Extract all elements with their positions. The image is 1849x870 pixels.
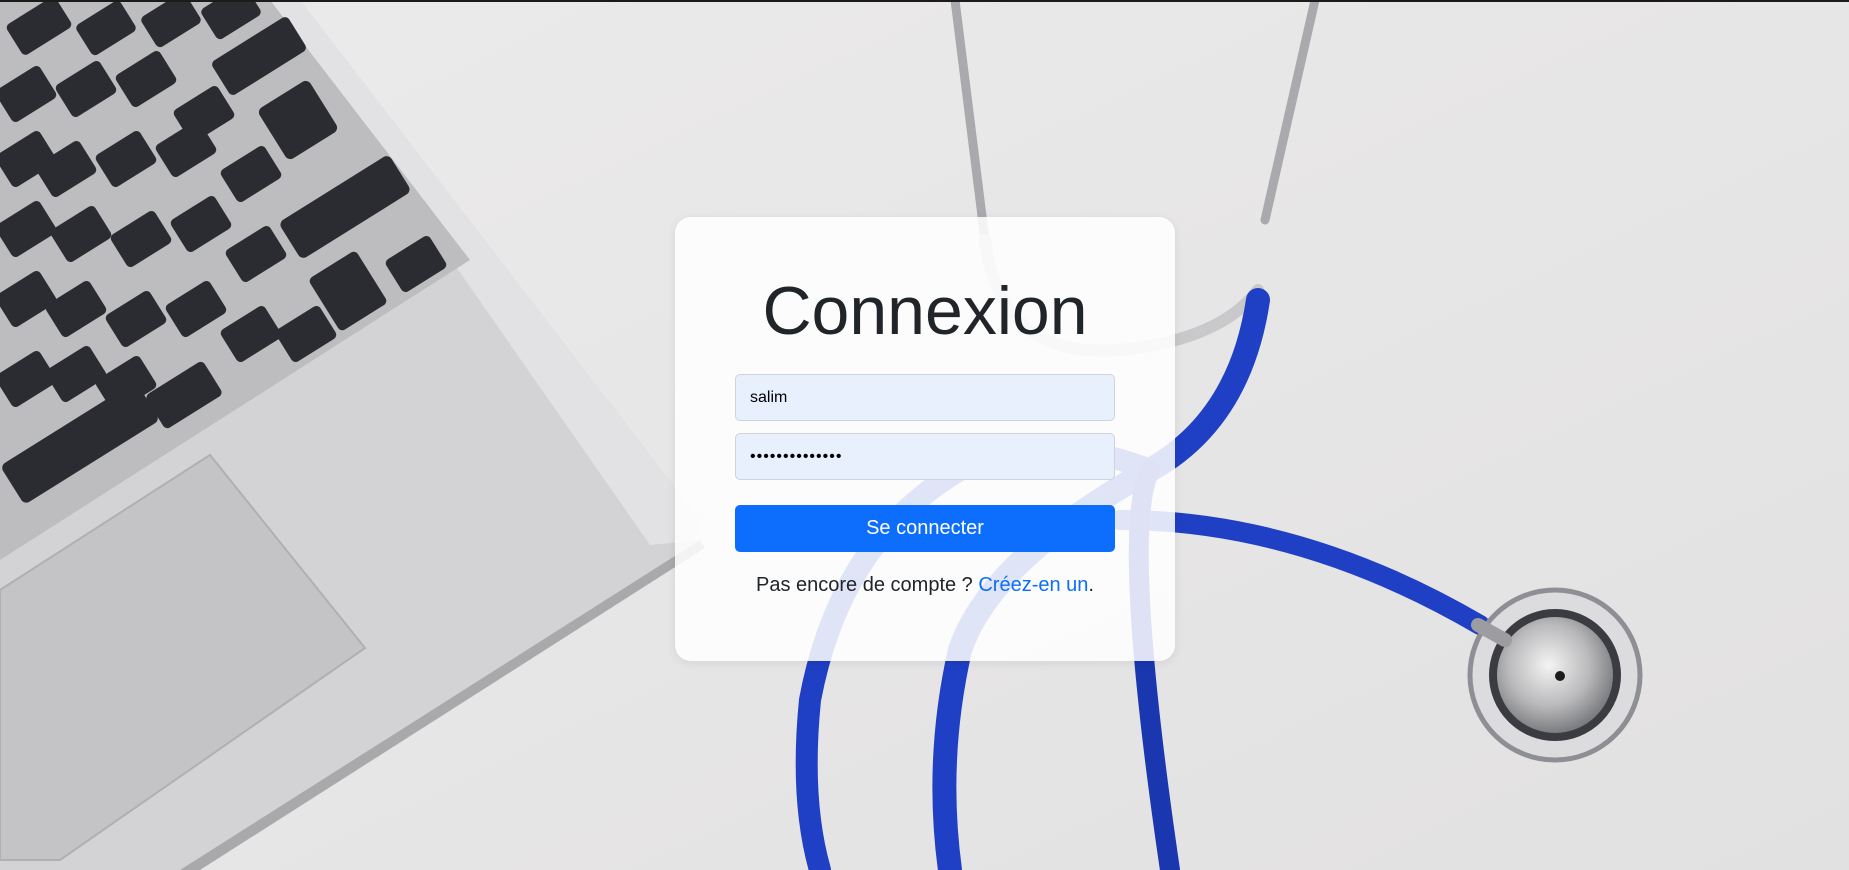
signup-prompt-suffix: . [1088,574,1094,596]
signup-prompt: Pas encore de compte ? Créez-en un. [675,574,1175,597]
signup-link[interactable]: Créez-en un [978,574,1088,596]
signup-prompt-text: Pas encore de compte ? [756,574,979,596]
login-card: Connexion Se connecter Pas encore de com… [675,217,1175,661]
window-top-border [0,0,1849,2]
username-input[interactable] [735,374,1115,421]
login-button[interactable]: Se connecter [735,505,1115,552]
password-input[interactable] [735,433,1115,480]
login-title: Connexion [762,273,1088,349]
